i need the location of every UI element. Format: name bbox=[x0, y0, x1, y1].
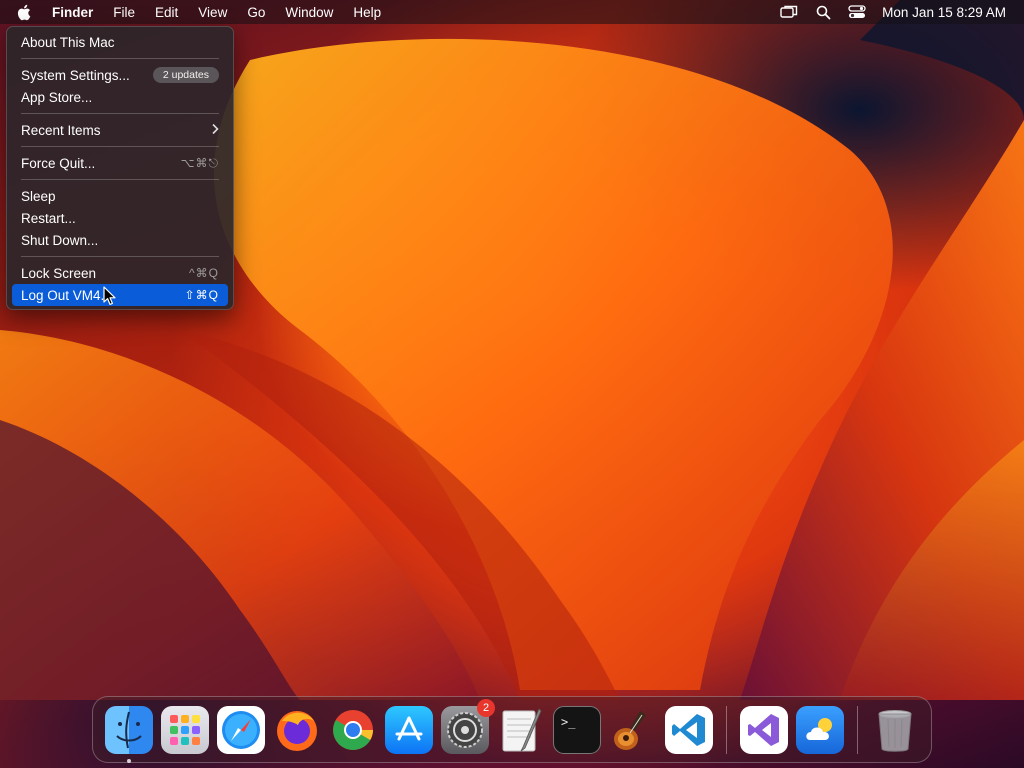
visual-studio-icon[interactable] bbox=[740, 705, 788, 754]
screen-mirroring-icon[interactable] bbox=[772, 0, 806, 24]
search-icon[interactable] bbox=[806, 0, 840, 24]
terminal-icon[interactable]: >_ bbox=[553, 705, 601, 754]
menu-item-label: Force Quit... bbox=[21, 155, 96, 171]
menu-separator bbox=[21, 146, 219, 147]
menu-bar-clock[interactable]: Mon Jan 15 8:29 AM bbox=[874, 5, 1006, 20]
menu-finder[interactable]: Finder bbox=[46, 0, 103, 24]
menu-item-recent-items[interactable]: Recent Items bbox=[12, 119, 228, 141]
running-indicator bbox=[127, 758, 131, 763]
menu-item-about-this-mac[interactable]: About This Mac bbox=[12, 31, 228, 53]
apple-menu-dropdown: About This Mac System Settings... 2 upda… bbox=[6, 26, 234, 310]
menu-item-sleep[interactable]: Sleep bbox=[12, 185, 228, 207]
menu-file[interactable]: File bbox=[103, 0, 145, 24]
launchpad-icon[interactable] bbox=[161, 705, 209, 754]
menu-item-label: Recent Items bbox=[21, 122, 101, 138]
firefox-icon[interactable] bbox=[273, 706, 321, 754]
apple-menu-icon[interactable] bbox=[0, 0, 46, 24]
menu-item-app-store[interactable]: App Store... bbox=[12, 86, 228, 108]
dock: 2 >_ bbox=[92, 696, 932, 763]
garageband-icon[interactable] bbox=[609, 706, 657, 754]
menu-item-label: About This Mac bbox=[21, 34, 115, 50]
menu-item-shortcut: ⌥⌘⎋ bbox=[180, 155, 219, 170]
menu-help[interactable]: Help bbox=[343, 0, 391, 24]
menu-item-restart[interactable]: Restart... bbox=[12, 207, 228, 229]
system-settings-icon[interactable]: 2 bbox=[441, 698, 495, 754]
trash-icon[interactable] bbox=[871, 706, 919, 754]
menu-window[interactable]: Window bbox=[275, 0, 343, 24]
menu-item-shortcut: ⇧⌘Q bbox=[184, 288, 219, 302]
dock-separator bbox=[726, 705, 727, 754]
chevron-right-icon bbox=[211, 122, 219, 138]
control-center-icon[interactable] bbox=[840, 0, 874, 24]
menu-edit[interactable]: Edit bbox=[145, 0, 188, 24]
menu-item-label: Lock Screen bbox=[21, 265, 97, 281]
menu-item-label: Shut Down... bbox=[21, 232, 99, 248]
menu-item-shortcut: ^⌘Q bbox=[189, 266, 219, 280]
chrome-icon[interactable] bbox=[329, 706, 377, 754]
dock-badge: 2 bbox=[477, 698, 495, 717]
finder-icon[interactable] bbox=[105, 705, 153, 763]
menu-item-log-out[interactable]: Log Out VM4... ⇧⌘Q bbox=[12, 284, 228, 306]
safari-icon[interactable] bbox=[217, 705, 265, 754]
menu-separator bbox=[21, 256, 219, 257]
menu-item-label: Sleep bbox=[21, 188, 56, 204]
menu-go[interactable]: Go bbox=[237, 0, 275, 24]
menu-separator bbox=[21, 179, 219, 180]
weather-icon[interactable] bbox=[796, 705, 844, 754]
updates-badge: 2 updates bbox=[152, 67, 219, 83]
svg-text:>_: >_ bbox=[561, 715, 576, 729]
app-store-icon[interactable] bbox=[385, 705, 433, 754]
menu-item-system-settings[interactable]: System Settings... 2 updates bbox=[12, 64, 228, 86]
menu-separator bbox=[21, 58, 219, 59]
menu-bar: Finder File Edit View Go Window Help Mon… bbox=[0, 0, 1024, 24]
textedit-icon[interactable] bbox=[497, 706, 545, 754]
menu-item-label: Restart... bbox=[21, 210, 76, 226]
menu-item-label: System Settings... bbox=[21, 67, 130, 83]
dock-separator bbox=[857, 705, 858, 754]
menu-view[interactable]: View bbox=[188, 0, 237, 24]
menu-item-force-quit[interactable]: Force Quit... ⌥⌘⎋ bbox=[12, 152, 228, 174]
vscode-icon[interactable] bbox=[665, 705, 713, 754]
menu-item-lock-screen[interactable]: Lock Screen ^⌘Q bbox=[12, 262, 228, 284]
menu-separator bbox=[21, 113, 219, 114]
mouse-pointer-icon bbox=[103, 286, 116, 305]
menu-item-label: App Store... bbox=[21, 89, 93, 105]
menu-item-shut-down[interactable]: Shut Down... bbox=[12, 229, 228, 251]
